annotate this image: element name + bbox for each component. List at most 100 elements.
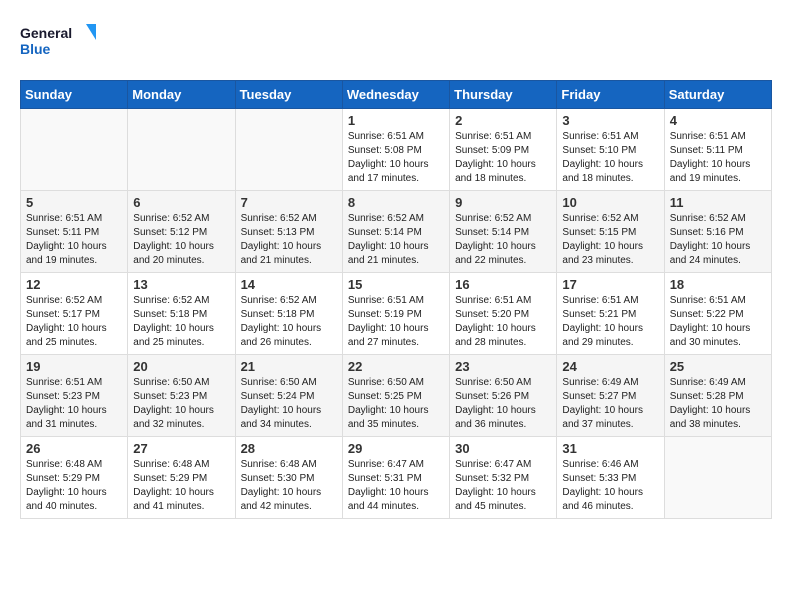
day-info: Sunrise: 6:48 AM Sunset: 5:29 PM Dayligh… — [26, 458, 122, 514]
logo-svg: General Blue — [20, 20, 100, 64]
calendar-day-cell — [128, 109, 235, 191]
svg-text:Blue: Blue — [20, 41, 51, 57]
calendar-day-cell: 3Sunrise: 6:51 AM Sunset: 5:10 PM Daylig… — [557, 109, 664, 191]
day-info: Sunrise: 6:52 AM Sunset: 5:14 PM Dayligh… — [348, 212, 444, 268]
day-number: 13 — [133, 277, 229, 292]
calendar-week-row: 12Sunrise: 6:52 AM Sunset: 5:17 PM Dayli… — [21, 273, 772, 355]
calendar-day-cell: 18 Sunrise: 6:51 AM Sunset: 5:22 PM Dayli… — [664, 273, 771, 355]
day-info: Sunrise: 6:51 AM Sunset: 5:23 PM Dayligh… — [26, 376, 122, 432]
day-info: Sunrise: 6:49 AM Sunset: 5:27 PM Dayligh… — [562, 376, 658, 432]
day-number: 8 — [348, 195, 444, 210]
day-number: 20 — [133, 359, 229, 374]
calendar-day-cell — [21, 109, 128, 191]
calendar-day-cell: 31 Sunrise: 6:46 AM Sunset: 5:33 PM Dayli… — [557, 437, 664, 519]
weekday-header: Saturday — [664, 81, 771, 109]
day-info: Sunrise: 6:49 AM Sunset: 5:28 PM Dayligh… — [670, 376, 766, 432]
day-number: 21 — [241, 359, 337, 374]
calendar-day-cell: 30 Sunrise: 6:47 AM Sunset: 5:32 PM Dayli… — [450, 437, 557, 519]
day-number: 31 — [562, 441, 658, 456]
calendar-day-cell: 6Sunrise: 6:52 AM Sunset: 5:12 PM Daylig… — [128, 191, 235, 273]
day-info: Sunrise: 6:52 AM Sunset: 5:13 PM Dayligh… — [241, 212, 337, 268]
calendar-day-cell: 22 Sunrise: 6:50 AM Sunset: 5:25 PM Dayli… — [342, 355, 449, 437]
calendar-day-cell: 12Sunrise: 6:52 AM Sunset: 5:17 PM Dayli… — [21, 273, 128, 355]
calendar-table: SundayMondayTuesdayWednesdayThursdayFrid… — [20, 80, 772, 519]
calendar-day-cell: 14 Sunrise: 6:52 AM Sunset: 5:18 PM Dayli… — [235, 273, 342, 355]
day-number: 14 — [241, 277, 337, 292]
calendar-week-row: 26 Sunrise: 6:48 AM Sunset: 5:29 PM Dayli… — [21, 437, 772, 519]
day-info: Sunrise: 6:52 AM Sunset: 5:16 PM Dayligh… — [670, 212, 766, 268]
day-info: Sunrise: 6:51 AM Sunset: 5:20 PM Dayligh… — [455, 294, 551, 350]
day-info: Sunrise: 6:50 AM Sunset: 5:23 PM Dayligh… — [133, 376, 229, 432]
calendar-day-cell: 23 Sunrise: 6:50 AM Sunset: 5:26 PM Dayli… — [450, 355, 557, 437]
calendar-day-cell — [664, 437, 771, 519]
page-header: General Blue — [20, 20, 772, 64]
calendar-day-cell — [235, 109, 342, 191]
day-info: Sunrise: 6:52 AM Sunset: 5:15 PM Dayligh… — [562, 212, 658, 268]
day-info: Sunrise: 6:46 AM Sunset: 5:33 PM Dayligh… — [562, 458, 658, 514]
calendar-day-cell: 9Sunrise: 6:52 AM Sunset: 5:14 PM Daylig… — [450, 191, 557, 273]
calendar-day-cell: 11Sunrise: 6:52 AM Sunset: 5:16 PM Dayli… — [664, 191, 771, 273]
day-number: 26 — [26, 441, 122, 456]
day-info: Sunrise: 6:50 AM Sunset: 5:26 PM Dayligh… — [455, 376, 551, 432]
day-number: 29 — [348, 441, 444, 456]
day-number: 30 — [455, 441, 551, 456]
calendar-day-cell: 29 Sunrise: 6:47 AM Sunset: 5:31 PM Dayli… — [342, 437, 449, 519]
day-info: Sunrise: 6:52 AM Sunset: 5:18 PM Dayligh… — [241, 294, 337, 350]
calendar-day-cell: 8 Sunrise: 6:52 AM Sunset: 5:14 PM Daylig… — [342, 191, 449, 273]
day-number: 28 — [241, 441, 337, 456]
calendar-day-cell: 16 Sunrise: 6:51 AM Sunset: 5:20 PM Dayli… — [450, 273, 557, 355]
calendar-week-row: 19Sunrise: 6:51 AM Sunset: 5:23 PM Dayli… — [21, 355, 772, 437]
day-info: Sunrise: 6:51 AM Sunset: 5:08 PM Dayligh… — [348, 130, 444, 186]
day-number: 7 — [241, 195, 337, 210]
calendar-day-cell: 26 Sunrise: 6:48 AM Sunset: 5:29 PM Dayli… — [21, 437, 128, 519]
calendar-day-cell: 19Sunrise: 6:51 AM Sunset: 5:23 PM Dayli… — [21, 355, 128, 437]
day-number: 2 — [455, 113, 551, 128]
calendar-day-cell: 15Sunrise: 6:51 AM Sunset: 5:19 PM Dayli… — [342, 273, 449, 355]
calendar-day-cell: 2 Sunrise: 6:51 AM Sunset: 5:09 PM Daylig… — [450, 109, 557, 191]
day-info: Sunrise: 6:48 AM Sunset: 5:30 PM Dayligh… — [241, 458, 337, 514]
day-info: Sunrise: 6:48 AM Sunset: 5:29 PM Dayligh… — [133, 458, 229, 514]
weekday-header: Thursday — [450, 81, 557, 109]
day-info: Sunrise: 6:51 AM Sunset: 5:11 PM Dayligh… — [26, 212, 122, 268]
day-info: Sunrise: 6:51 AM Sunset: 5:09 PM Dayligh… — [455, 130, 551, 186]
weekday-header: Monday — [128, 81, 235, 109]
calendar-day-cell: 17 Sunrise: 6:51 AM Sunset: 5:21 PM Dayli… — [557, 273, 664, 355]
day-number: 22 — [348, 359, 444, 374]
weekday-header: Friday — [557, 81, 664, 109]
day-number: 23 — [455, 359, 551, 374]
calendar-day-cell: 21 Sunrise: 6:50 AM Sunset: 5:24 PM Dayli… — [235, 355, 342, 437]
day-number: 6 — [133, 195, 229, 210]
weekday-header-row: SundayMondayTuesdayWednesdayThursdayFrid… — [21, 81, 772, 109]
day-number: 1 — [348, 113, 444, 128]
calendar-day-cell: 1 Sunrise: 6:51 AM Sunset: 5:08 PM Daylig… — [342, 109, 449, 191]
calendar-day-cell: 10 Sunrise: 6:52 AM Sunset: 5:15 PM Dayli… — [557, 191, 664, 273]
calendar-day-cell: 13 Sunrise: 6:52 AM Sunset: 5:18 PM Dayli… — [128, 273, 235, 355]
day-number: 17 — [562, 277, 658, 292]
weekday-header: Tuesday — [235, 81, 342, 109]
calendar-week-row: 1 Sunrise: 6:51 AM Sunset: 5:08 PM Daylig… — [21, 109, 772, 191]
day-info: Sunrise: 6:47 AM Sunset: 5:32 PM Dayligh… — [455, 458, 551, 514]
day-info: Sunrise: 6:52 AM Sunset: 5:18 PM Dayligh… — [133, 294, 229, 350]
day-info: Sunrise: 6:47 AM Sunset: 5:31 PM Dayligh… — [348, 458, 444, 514]
calendar-day-cell: 25Sunrise: 6:49 AM Sunset: 5:28 PM Dayli… — [664, 355, 771, 437]
day-info: Sunrise: 6:51 AM Sunset: 5:22 PM Dayligh… — [670, 294, 766, 350]
day-number: 18 — [670, 277, 766, 292]
calendar-week-row: 5Sunrise: 6:51 AM Sunset: 5:11 PM Daylig… — [21, 191, 772, 273]
calendar-day-cell: 20 Sunrise: 6:50 AM Sunset: 5:23 PM Dayli… — [128, 355, 235, 437]
calendar-day-cell: 5Sunrise: 6:51 AM Sunset: 5:11 PM Daylig… — [21, 191, 128, 273]
logo: General Blue — [20, 20, 100, 64]
day-number: 10 — [562, 195, 658, 210]
day-info: Sunrise: 6:51 AM Sunset: 5:19 PM Dayligh… — [348, 294, 444, 350]
day-info: Sunrise: 6:50 AM Sunset: 5:25 PM Dayligh… — [348, 376, 444, 432]
weekday-header: Wednesday — [342, 81, 449, 109]
day-info: Sunrise: 6:51 AM Sunset: 5:10 PM Dayligh… — [562, 130, 658, 186]
day-info: Sunrise: 6:51 AM Sunset: 5:21 PM Dayligh… — [562, 294, 658, 350]
calendar-day-cell: 28 Sunrise: 6:48 AM Sunset: 5:30 PM Dayli… — [235, 437, 342, 519]
day-number: 24 — [562, 359, 658, 374]
day-info: Sunrise: 6:52 AM Sunset: 5:17 PM Dayligh… — [26, 294, 122, 350]
day-number: 4 — [670, 113, 766, 128]
calendar-day-cell: 4Sunrise: 6:51 AM Sunset: 5:11 PM Daylig… — [664, 109, 771, 191]
day-info: Sunrise: 6:50 AM Sunset: 5:24 PM Dayligh… — [241, 376, 337, 432]
day-number: 9 — [455, 195, 551, 210]
day-number: 16 — [455, 277, 551, 292]
